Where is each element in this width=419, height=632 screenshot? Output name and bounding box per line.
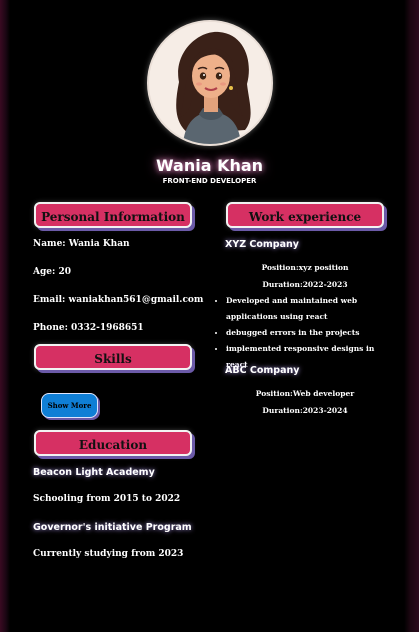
work-duty-item: debugged errors in the projects	[226, 325, 396, 341]
work-duration: Duration:2023-2024	[262, 406, 348, 415]
personal-email: Email: waniakhan561@gmail.com	[33, 295, 204, 305]
profile-role: FRONT-END DEVELOPER	[162, 177, 257, 185]
profile-name: Wania Khan	[155, 156, 264, 175]
personal-name: Name: Wania Khan	[33, 239, 130, 249]
education-school: Beacon Light Academy	[33, 467, 155, 478]
education-heading: Education	[34, 430, 192, 456]
education-school: Governor's initiative Program	[33, 522, 192, 533]
education-detail: Schooling from 2015 to 2022	[33, 494, 181, 504]
personal-information-heading: Personal Information	[34, 202, 192, 228]
avatar-illustration	[149, 22, 271, 144]
education-detail: Currently studying from 2023	[33, 549, 184, 559]
work-experience-heading: Work experience	[226, 202, 384, 228]
show-more-button[interactable]: Show More	[41, 393, 98, 418]
work-duties-list: Developed and maintained web application…	[214, 293, 396, 373]
work-company: ABC Company	[225, 365, 300, 376]
work-duration: Duration:2022-2023	[262, 280, 348, 289]
personal-phone: Phone: 0332-1968651	[33, 323, 144, 333]
personal-age: Age: 20	[33, 267, 71, 277]
profile-avatar	[147, 20, 273, 146]
work-position: Position:Web developer	[255, 389, 355, 398]
work-duty-item: Developed and maintained web application…	[226, 293, 396, 325]
work-company: XYZ Company	[225, 239, 299, 250]
skills-heading: Skills	[34, 344, 192, 370]
work-position: Position:xyz position	[261, 263, 349, 272]
